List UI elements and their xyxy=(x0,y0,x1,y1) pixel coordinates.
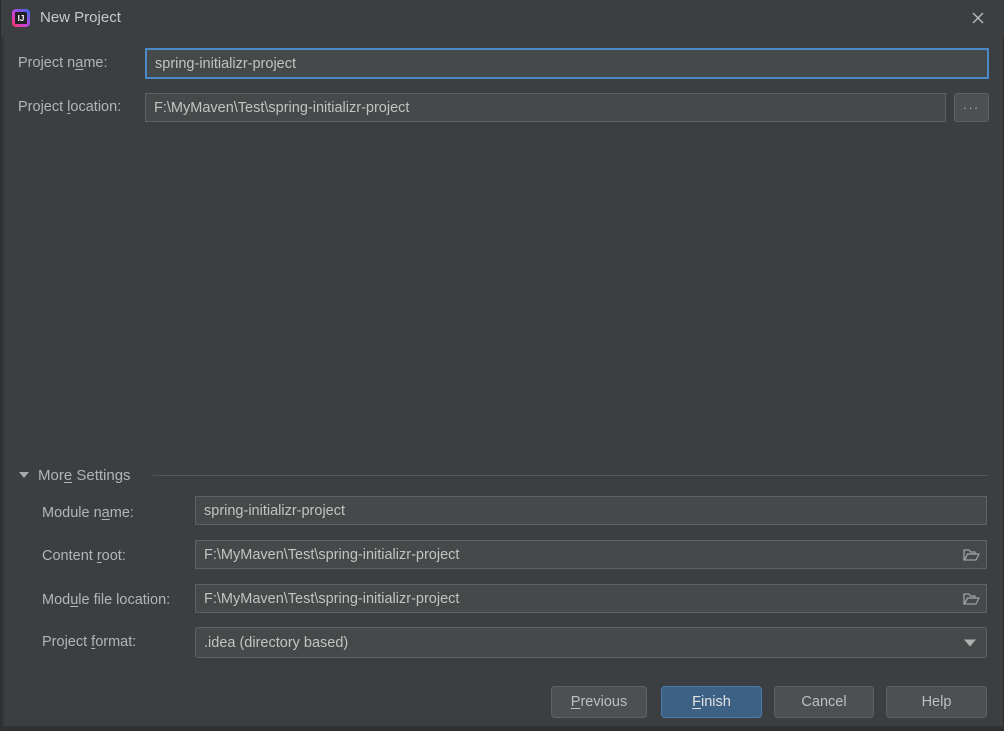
module-file-location-value: F:\MyMaven\Test\spring-initializr-projec… xyxy=(204,590,460,607)
label-mnemonic: e xyxy=(63,466,73,484)
intellij-idea-icon: IJ xyxy=(11,8,31,28)
title-bar: IJ New Project xyxy=(1,0,1004,36)
ellipsis-icon: ... xyxy=(963,96,980,112)
label-part: Project n xyxy=(18,55,76,71)
cancel-button-label: Cancel xyxy=(801,694,847,710)
help-button[interactable]: Help xyxy=(886,686,987,718)
more-settings-label: More Settings xyxy=(38,467,131,484)
project-location-input[interactable]: F:\MyMaven\Test\spring-initializr-projec… xyxy=(145,93,946,122)
browse-project-location-button[interactable]: ... xyxy=(954,93,989,122)
chevron-down-icon xyxy=(19,472,29,478)
label-part: me: xyxy=(109,505,134,521)
section-divider xyxy=(153,475,987,476)
project-format-value: .idea (directory based) xyxy=(204,634,349,651)
window-bottom-edge xyxy=(1,726,1004,730)
label-part: Mod xyxy=(42,592,71,608)
label-part: Settings xyxy=(72,466,131,484)
label-part: ormat: xyxy=(95,634,137,650)
new-project-dialog: IJ New Project Project name: spring-init… xyxy=(0,0,1004,731)
cancel-button[interactable]: Cancel xyxy=(774,686,874,718)
content-root-input[interactable]: F:\MyMaven\Test\spring-initializr-projec… xyxy=(195,540,987,569)
chevron-down-icon[interactable] xyxy=(964,639,976,646)
label-part: oot: xyxy=(101,548,126,564)
module-name-value: spring-initializr-project xyxy=(204,502,346,519)
project-location-label: Project location: xyxy=(18,97,121,117)
project-name-input[interactable]: spring-initializr-project xyxy=(145,48,989,79)
more-settings-toggle[interactable]: More Settings xyxy=(19,464,131,486)
page-title: New Project xyxy=(40,9,121,26)
project-format-label: Project format: xyxy=(42,632,136,652)
folder-icon[interactable] xyxy=(962,547,980,563)
label-part: Content xyxy=(42,548,97,564)
project-format-select[interactable]: .idea (directory based) xyxy=(195,627,987,658)
label-part: me: xyxy=(83,55,108,71)
label-part: Project xyxy=(18,99,68,115)
content-root-value: F:\MyMaven\Test\spring-initializr-projec… xyxy=(204,546,460,563)
module-file-location-label: Module file location: xyxy=(42,590,170,610)
module-name-label: Module name: xyxy=(42,503,134,523)
project-name-label: Project name: xyxy=(18,53,107,73)
project-name-value: spring-initializr-project xyxy=(155,55,297,72)
label-part: inish xyxy=(701,694,731,710)
project-location-value: F:\MyMaven\Test\spring-initializr-projec… xyxy=(154,99,410,116)
module-name-input[interactable]: spring-initializr-project xyxy=(195,496,987,525)
window-left-edge xyxy=(1,36,4,731)
label-mnemonic: F xyxy=(692,694,702,710)
label-mnemonic: P xyxy=(570,694,581,710)
content-root-label: Content root: xyxy=(42,546,126,566)
close-icon[interactable] xyxy=(957,4,999,32)
label-part: le file location: xyxy=(78,592,171,608)
module-file-location-input[interactable]: F:\MyMaven\Test\spring-initializr-projec… xyxy=(195,584,987,613)
svg-text:IJ: IJ xyxy=(18,14,25,23)
finish-button[interactable]: Finish xyxy=(661,686,762,718)
label-part: Module n xyxy=(42,505,102,521)
folder-icon[interactable] xyxy=(962,591,980,607)
help-button-label: Help xyxy=(921,694,952,710)
label-part: Mor xyxy=(38,466,64,484)
label-part: ocation: xyxy=(70,99,122,115)
previous-button[interactable]: Previous xyxy=(551,686,647,718)
label-mnemonic: a xyxy=(101,505,110,521)
label-part: revious xyxy=(580,694,628,710)
label-part: Project xyxy=(42,634,92,650)
